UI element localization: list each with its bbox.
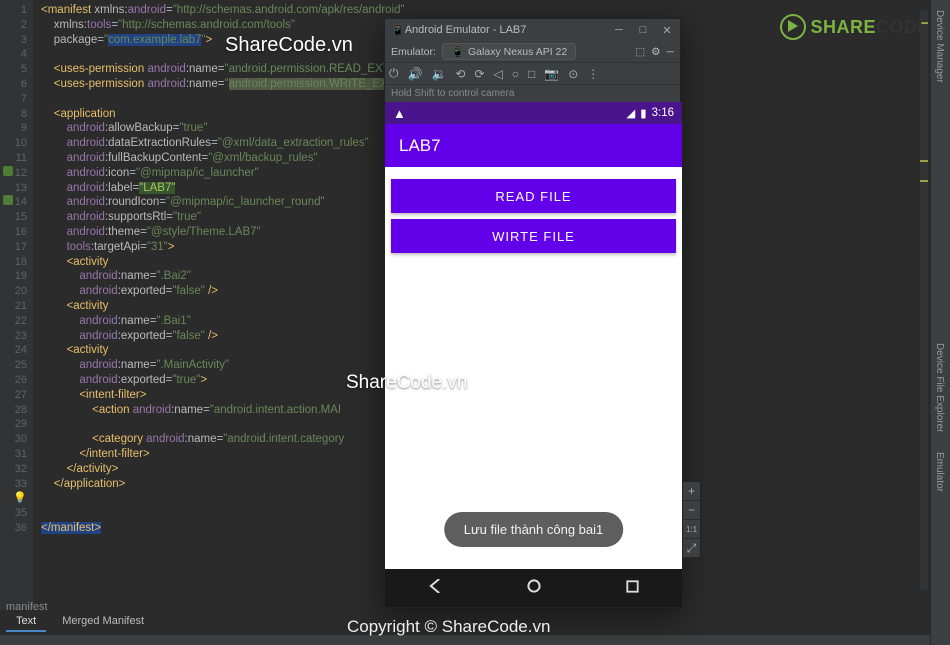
phone-screen[interactable]: ▲ ◢ ▮ 3:16 LAB7 READ FILE WIRTE FILE Lưu… <box>385 102 682 607</box>
more-icon[interactable]: ⋮ <box>587 67 599 81</box>
zoom-in-button[interactable]: + <box>683 482 700 501</box>
volume-up-icon[interactable]: 🔊 <box>408 67 423 81</box>
camera-icon[interactable]: 📷 <box>544 67 559 81</box>
emulator-label: Emulator: <box>391 46 436 58</box>
ide-footer <box>0 635 950 645</box>
device-file-explorer-tab[interactable]: Device File Explorer <box>931 333 948 442</box>
minimap-scrollbar[interactable] <box>920 10 928 590</box>
zoom-expand-button[interactable]: ⤢ <box>683 539 700 558</box>
emulator-window: 📱 Android Emulator - LAB7 ─ □ ✕ Emulator… <box>384 18 681 608</box>
popout-icon[interactable]: ⬚ <box>635 46 645 58</box>
phone-icon: 📱 <box>451 45 464 58</box>
tab-text[interactable]: Text <box>6 612 46 632</box>
android-status-bar: ▲ ◢ ▮ 3:16 <box>385 102 682 124</box>
overview-icon[interactable]: □ <box>528 67 535 81</box>
status-time: 3:16 <box>652 107 674 119</box>
write-file-button[interactable]: WIRTE FILE <box>391 219 676 253</box>
battery-icon: ▮ <box>640 106 646 120</box>
rotate-right-icon[interactable]: ⟳ <box>474 67 484 81</box>
nav-back-icon[interactable] <box>428 579 442 597</box>
volume-down-icon[interactable]: 🔉 <box>431 67 446 81</box>
tab-merged-manifest[interactable]: Merged Manifest <box>52 612 154 632</box>
record-icon[interactable]: ⊙ <box>568 67 578 81</box>
signal-icon: ◢ <box>626 106 635 120</box>
sharecode-logo: SHARECODE <box>780 14 930 40</box>
read-file-button[interactable]: READ FILE <box>391 179 676 213</box>
emulator-title: Android Emulator - LAB7 <box>405 24 602 36</box>
right-tool-strip: Device Manager Device File Explorer Emul… <box>930 0 950 645</box>
editor-bottom-tabs: Text Merged Manifest <box>6 612 154 632</box>
line-gutter: 1234567891011121314151617181920212223242… <box>0 0 33 610</box>
window-close-button[interactable]: ✕ <box>660 24 674 37</box>
app-body: READ FILE WIRTE FILE <box>385 167 682 259</box>
window-minimize-button[interactable]: ─ <box>612 24 626 36</box>
home-icon[interactable]: ○ <box>512 67 519 81</box>
emulator-device-bar: Emulator: 📱 Galaxy Nexus API 22 ⬚ ⚙ ─ <box>385 41 680 63</box>
app-bar: LAB7 <box>385 124 682 167</box>
nav-home-icon[interactable] <box>527 579 541 597</box>
android-icon: 📱 <box>391 24 405 37</box>
watermark-copyright: Copyright © ShareCode.vn <box>347 617 550 637</box>
nav-overview-icon[interactable] <box>626 580 639 597</box>
toast-message: Lưu file thành công bai1 <box>444 512 624 547</box>
emulator-toolbar: ⏻ 🔊 🔉 ⟲ ⟳ ◁ ○ □ 📷 ⊙ ⋮ <box>385 63 680 85</box>
window-maximize-button[interactable]: □ <box>636 24 650 36</box>
zoom-fit-button[interactable]: 1:1 <box>683 520 700 539</box>
emulator-titlebar[interactable]: 📱 Android Emulator - LAB7 ─ □ ✕ <box>385 19 680 41</box>
emulator-tab[interactable]: Emulator <box>931 442 948 502</box>
power-icon[interactable]: ⏻ <box>389 66 399 81</box>
rotate-left-icon[interactable]: ⟲ <box>455 67 465 81</box>
warning-icon: ▲ <box>393 106 406 121</box>
logo-icon <box>780 14 806 40</box>
emulator-hint: Hold Shift to control camera <box>385 85 680 102</box>
zoom-controls: + − 1:1 ⤢ <box>682 481 701 559</box>
zoom-out-button[interactable]: − <box>683 501 700 520</box>
app-title: LAB7 <box>399 136 441 156</box>
gear-icon[interactable]: ⚙ <box>651 46 660 58</box>
android-nav-bar <box>385 569 682 607</box>
device-manager-tab[interactable]: Device Manager <box>931 0 948 93</box>
device-selector[interactable]: 📱 Galaxy Nexus API 22 <box>442 43 576 60</box>
close-icon[interactable]: ─ <box>667 46 674 58</box>
back-icon[interactable]: ◁ <box>494 67 503 81</box>
